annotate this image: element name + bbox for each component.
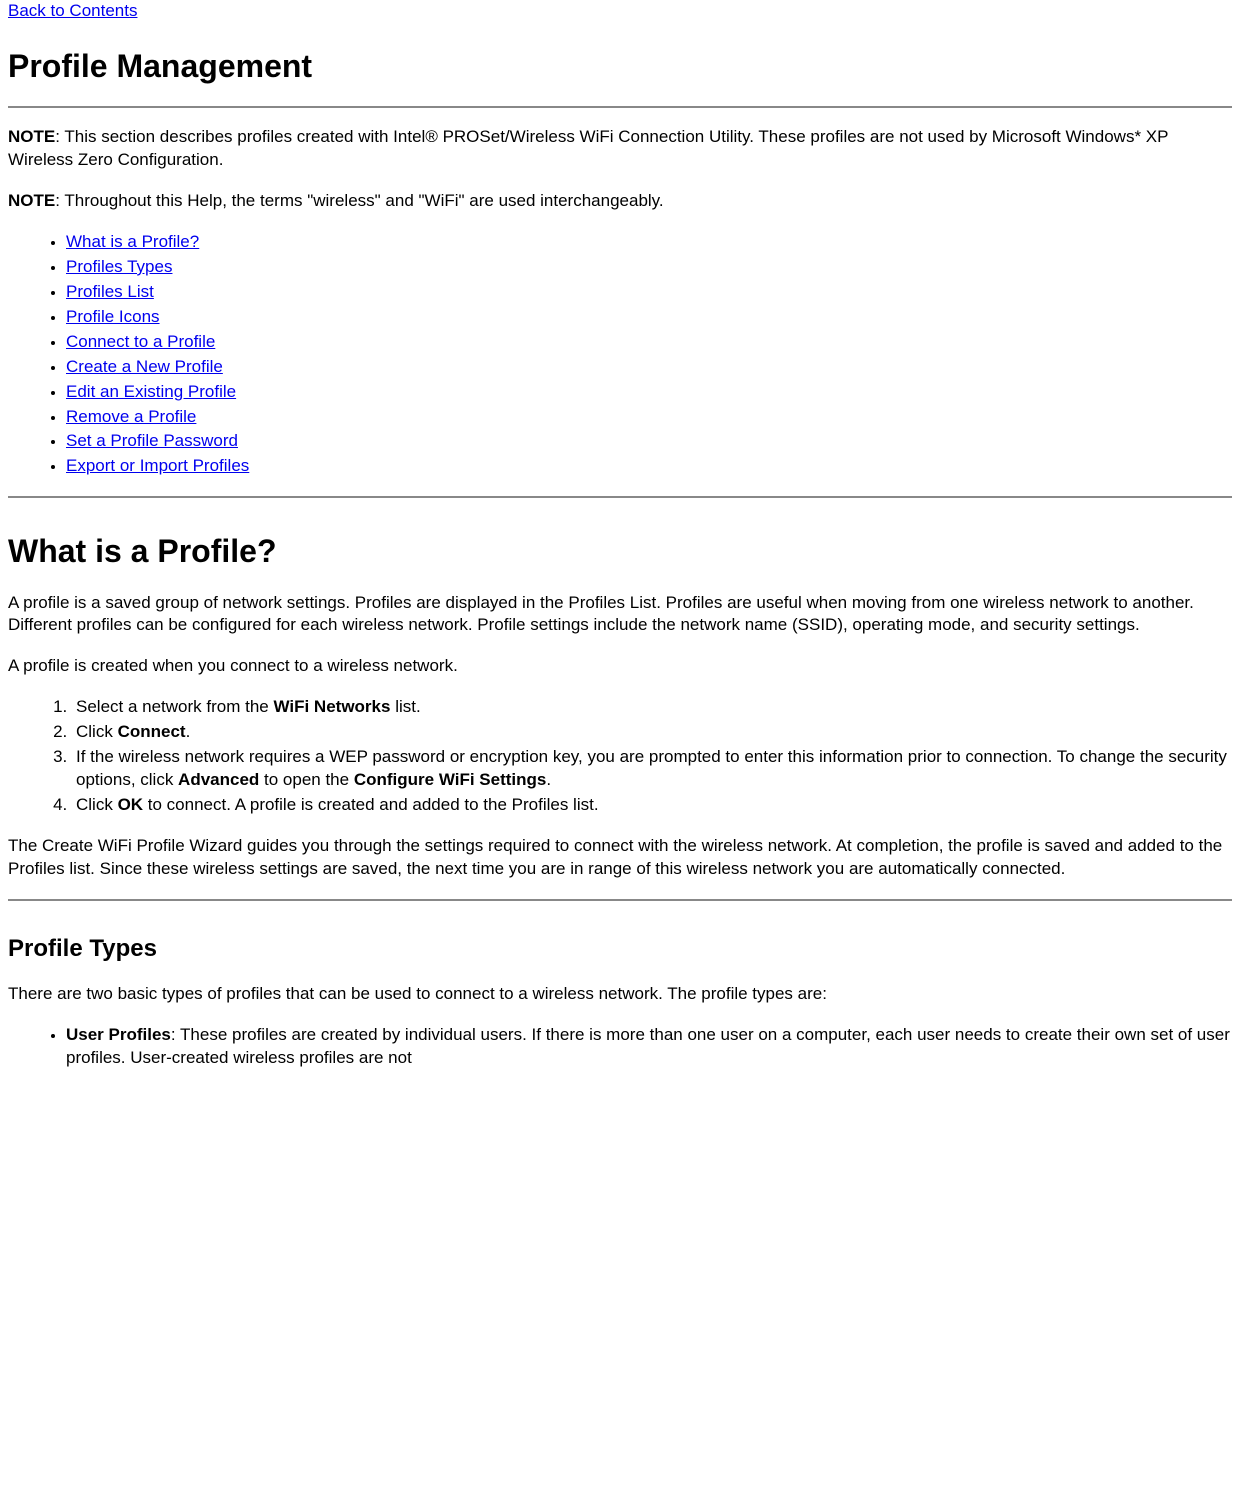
toc-link-profiles-types[interactable]: Profiles Types <box>66 257 172 276</box>
step-text: Select a network from the <box>76 697 273 716</box>
page-title: Profile Management <box>8 45 1232 88</box>
step-item: If the wireless network requires a WEP p… <box>72 746 1232 792</box>
step-bold: OK <box>118 795 144 814</box>
toc-link-export-or-import-profiles[interactable]: Export or Import Profiles <box>66 456 249 475</box>
step-bold: Configure WiFi Settings <box>354 770 547 789</box>
list-item-text: : These profiles are created by individu… <box>66 1025 1230 1067</box>
profile-types-list: User Profiles: These profiles are create… <box>8 1024 1232 1070</box>
note-paragraph: NOTE: This section describes profiles cr… <box>8 126 1232 172</box>
note-text: : This section describes profiles create… <box>8 127 1168 169</box>
section-heading-profile-types: Profile Types <box>8 933 1232 965</box>
step-text: to open the <box>259 770 354 789</box>
paragraph: There are two basic types of profiles th… <box>8 983 1232 1006</box>
toc-item: Profile Icons <box>66 306 1232 329</box>
ordered-steps: Select a network from the WiFi Networks … <box>8 696 1232 817</box>
note-label: NOTE <box>8 191 55 210</box>
section-heading-what-is-a-profile: What is a Profile? <box>8 530 1232 573</box>
toc-link-remove-a-profile[interactable]: Remove a Profile <box>66 407 196 426</box>
toc-link-edit-an-existing-profile[interactable]: Edit an Existing Profile <box>66 382 236 401</box>
paragraph: A profile is created when you connect to… <box>8 655 1232 678</box>
step-bold: WiFi Networks <box>273 697 390 716</box>
toc-item: Export or Import Profiles <box>66 455 1232 478</box>
step-text: . <box>546 770 551 789</box>
toc-item: Profiles Types <box>66 256 1232 279</box>
toc-link-create-a-new-profile[interactable]: Create a New Profile <box>66 357 223 376</box>
divider <box>8 496 1232 498</box>
divider <box>8 106 1232 108</box>
step-item: Click Connect. <box>72 721 1232 744</box>
note-label: NOTE <box>8 127 55 146</box>
table-of-contents: What is a Profile? Profiles Types Profil… <box>8 231 1232 478</box>
toc-link-connect-to-a-profile[interactable]: Connect to a Profile <box>66 332 215 351</box>
toc-item: Create a New Profile <box>66 356 1232 379</box>
step-text: list. <box>390 697 420 716</box>
note-text: : Throughout this Help, the terms "wirel… <box>55 191 663 210</box>
step-text: Click <box>76 722 118 741</box>
step-bold: Connect <box>118 722 186 741</box>
note-paragraph: NOTE: Throughout this Help, the terms "w… <box>8 190 1232 213</box>
toc-item: Profiles List <box>66 281 1232 304</box>
toc-link-profile-icons[interactable]: Profile Icons <box>66 307 160 326</box>
step-text: Click <box>76 795 118 814</box>
toc-item: Edit an Existing Profile <box>66 381 1232 404</box>
toc-link-set-a-profile-password[interactable]: Set a Profile Password <box>66 431 238 450</box>
paragraph: A profile is a saved group of network se… <box>8 592 1232 638</box>
toc-item: Set a Profile Password <box>66 430 1232 453</box>
paragraph: The Create WiFi Profile Wizard guides yo… <box>8 835 1232 881</box>
step-text: . <box>186 722 191 741</box>
step-text: to connect. A profile is created and add… <box>143 795 599 814</box>
list-item: User Profiles: These profiles are create… <box>66 1024 1232 1070</box>
toc-item: Remove a Profile <box>66 406 1232 429</box>
divider <box>8 899 1232 901</box>
step-item: Select a network from the WiFi Networks … <box>72 696 1232 719</box>
toc-item: What is a Profile? <box>66 231 1232 254</box>
list-item-label: User Profiles <box>66 1025 171 1044</box>
toc-link-profiles-list[interactable]: Profiles List <box>66 282 154 301</box>
step-item: Click OK to connect. A profile is create… <box>72 794 1232 817</box>
toc-item: Connect to a Profile <box>66 331 1232 354</box>
toc-link-what-is-a-profile[interactable]: What is a Profile? <box>66 232 199 251</box>
step-bold: Advanced <box>178 770 259 789</box>
back-to-contents-link[interactable]: Back to Contents <box>8 1 137 20</box>
